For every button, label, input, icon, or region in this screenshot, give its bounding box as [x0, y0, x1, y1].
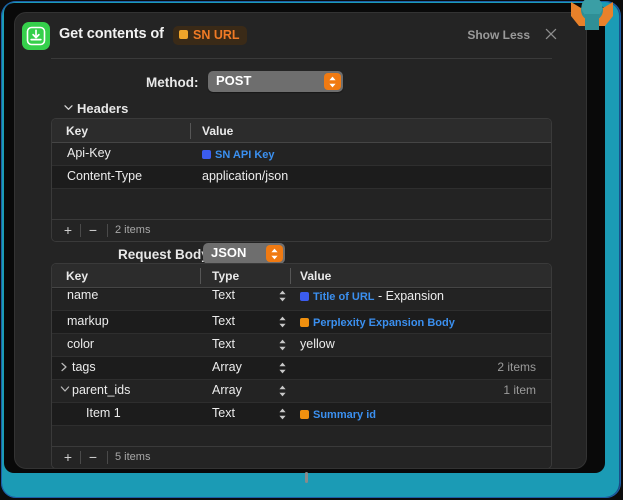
body-row-type: Text	[212, 288, 235, 302]
stepper-up-down-icon[interactable]	[278, 338, 287, 352]
request-body-table[interactable]: Key Type Value name Text Title of URL - …	[51, 263, 552, 468]
body-row-key: color	[67, 337, 95, 351]
body-row-type: Array	[212, 360, 242, 374]
screenshot-root: Get contents of SN URL Show Less Method:…	[0, 0, 623, 500]
body-row-value: Title of URL - Expansion	[300, 289, 444, 303]
remove-body-field-button[interactable]: −	[85, 449, 101, 465]
headers-disclosure-label: Headers	[77, 101, 129, 116]
blue-square-icon	[300, 292, 309, 301]
stepper-up-down-icon[interactable]	[266, 245, 283, 262]
method-select-value: POST	[216, 73, 252, 88]
body-row-key: name	[67, 288, 99, 302]
table-row[interactable]: parent_ids Array 1 item	[52, 380, 551, 402]
header-row-value: SN API Key	[202, 147, 275, 161]
table-row-empty[interactable]	[52, 189, 551, 220]
stepper-up-down-icon[interactable]	[278, 315, 287, 329]
body-col-key: Key	[66, 269, 89, 283]
stepper-up-down-icon[interactable]	[324, 73, 341, 90]
headers-table-footer: + − 2 items	[52, 219, 551, 241]
orange-square-icon	[300, 410, 309, 419]
action-card-header: Get contents of SN URL Show Less	[15, 13, 586, 59]
add-header-button[interactable]: +	[60, 222, 76, 238]
add-body-field-button[interactable]: +	[60, 449, 76, 465]
table-row[interactable]: Content-Type application/json	[52, 166, 551, 188]
sn-url-token-label: SN URL	[193, 28, 240, 42]
table-row[interactable]: tags Array 2 items	[52, 357, 551, 379]
body-row-value: yellow	[300, 337, 335, 351]
body-row-value: Perplexity Expansion Body	[300, 315, 455, 329]
request-body-label: Request Body:	[118, 247, 214, 262]
stepper-up-down-icon[interactable]	[278, 361, 287, 375]
method-select[interactable]: POST	[208, 71, 343, 92]
body-row-type: Text	[212, 406, 235, 420]
request-body-table-header: Key Type Value	[52, 264, 551, 288]
body-col-type: Type	[212, 269, 240, 283]
table-row[interactable]: Api-Key SN API Key	[52, 143, 551, 165]
title-of-url-token-label: Title of URL	[313, 291, 375, 303]
request-body-format-select[interactable]: JSON	[203, 243, 285, 264]
body-row-type: Text	[212, 314, 235, 328]
download-to-tray-icon	[22, 22, 50, 50]
stepper-up-down-icon[interactable]	[278, 289, 287, 303]
request-body-table-footer: + − 5 items	[52, 446, 551, 468]
table-row[interactable]: color Text yellow	[52, 334, 551, 356]
headers-disclosure[interactable]: Headers	[64, 101, 128, 116]
table-row[interactable]: markup Text Perplexity Expansion Body	[52, 311, 551, 333]
orange-square-icon	[179, 30, 188, 39]
chevron-down-icon[interactable]	[60, 385, 70, 396]
body-row-value: Summary id	[300, 407, 376, 421]
sn-url-token[interactable]: SN URL	[173, 26, 247, 45]
blue-square-icon	[202, 150, 211, 159]
body-row-key: Item 1	[86, 406, 121, 420]
body-row-count: 2 items	[497, 360, 536, 374]
table-row-empty[interactable]	[52, 426, 551, 447]
chevron-right-icon[interactable]	[60, 362, 68, 375]
perplexity-body-token-label: Perplexity Expansion Body	[313, 317, 455, 329]
headers-item-count: 2 items	[115, 224, 151, 236]
horizontal-scroll-thumb[interactable]	[305, 472, 308, 483]
stepper-up-down-icon[interactable]	[278, 407, 287, 421]
headers-col-key: Key	[66, 124, 89, 138]
header-row-key: Content-Type	[67, 169, 143, 183]
rocket-mascot-icon	[559, 0, 623, 75]
method-label: Method:	[146, 75, 199, 90]
chevron-down-icon	[64, 100, 73, 115]
body-row-value-suffix: - Expansion	[374, 289, 444, 303]
body-row-type: Array	[212, 383, 242, 397]
close-icon[interactable]	[543, 26, 559, 42]
table-row[interactable]: name Text Title of URL - Expansion	[52, 288, 551, 310]
body-row-key: parent_ids	[72, 383, 131, 397]
header-row-value: application/json	[202, 169, 289, 183]
header-row-key: Api-Key	[67, 146, 111, 160]
headers-col-value: Value	[202, 124, 234, 138]
action-card[interactable]: Get contents of SN URL Show Less Method:…	[14, 12, 587, 469]
body-col-value: Value	[300, 269, 332, 283]
headers-table-header: Key Value	[52, 119, 551, 143]
show-less-button[interactable]: Show Less	[467, 28, 530, 42]
headers-table[interactable]: Key Value Api-Key SN API Key Content-Typ…	[51, 118, 552, 242]
body-row-key: tags	[72, 360, 96, 374]
body-item-count: 5 items	[115, 451, 151, 463]
remove-header-button[interactable]: −	[85, 222, 101, 238]
header-divider	[51, 58, 552, 59]
page-title: Get contents of	[59, 26, 164, 42]
body-row-key: markup	[67, 314, 109, 328]
sn-api-key-token-label: SN API Key	[215, 149, 275, 161]
table-row[interactable]: Item 1 Text Summary id	[52, 403, 551, 425]
request-body-format-value: JSON	[211, 245, 247, 260]
summary-id-token-label: Summary id	[313, 409, 376, 421]
orange-square-icon	[300, 318, 309, 327]
body-row-count: 1 item	[503, 383, 536, 397]
stepper-up-down-icon[interactable]	[278, 384, 287, 398]
body-row-type: Text	[212, 337, 235, 351]
